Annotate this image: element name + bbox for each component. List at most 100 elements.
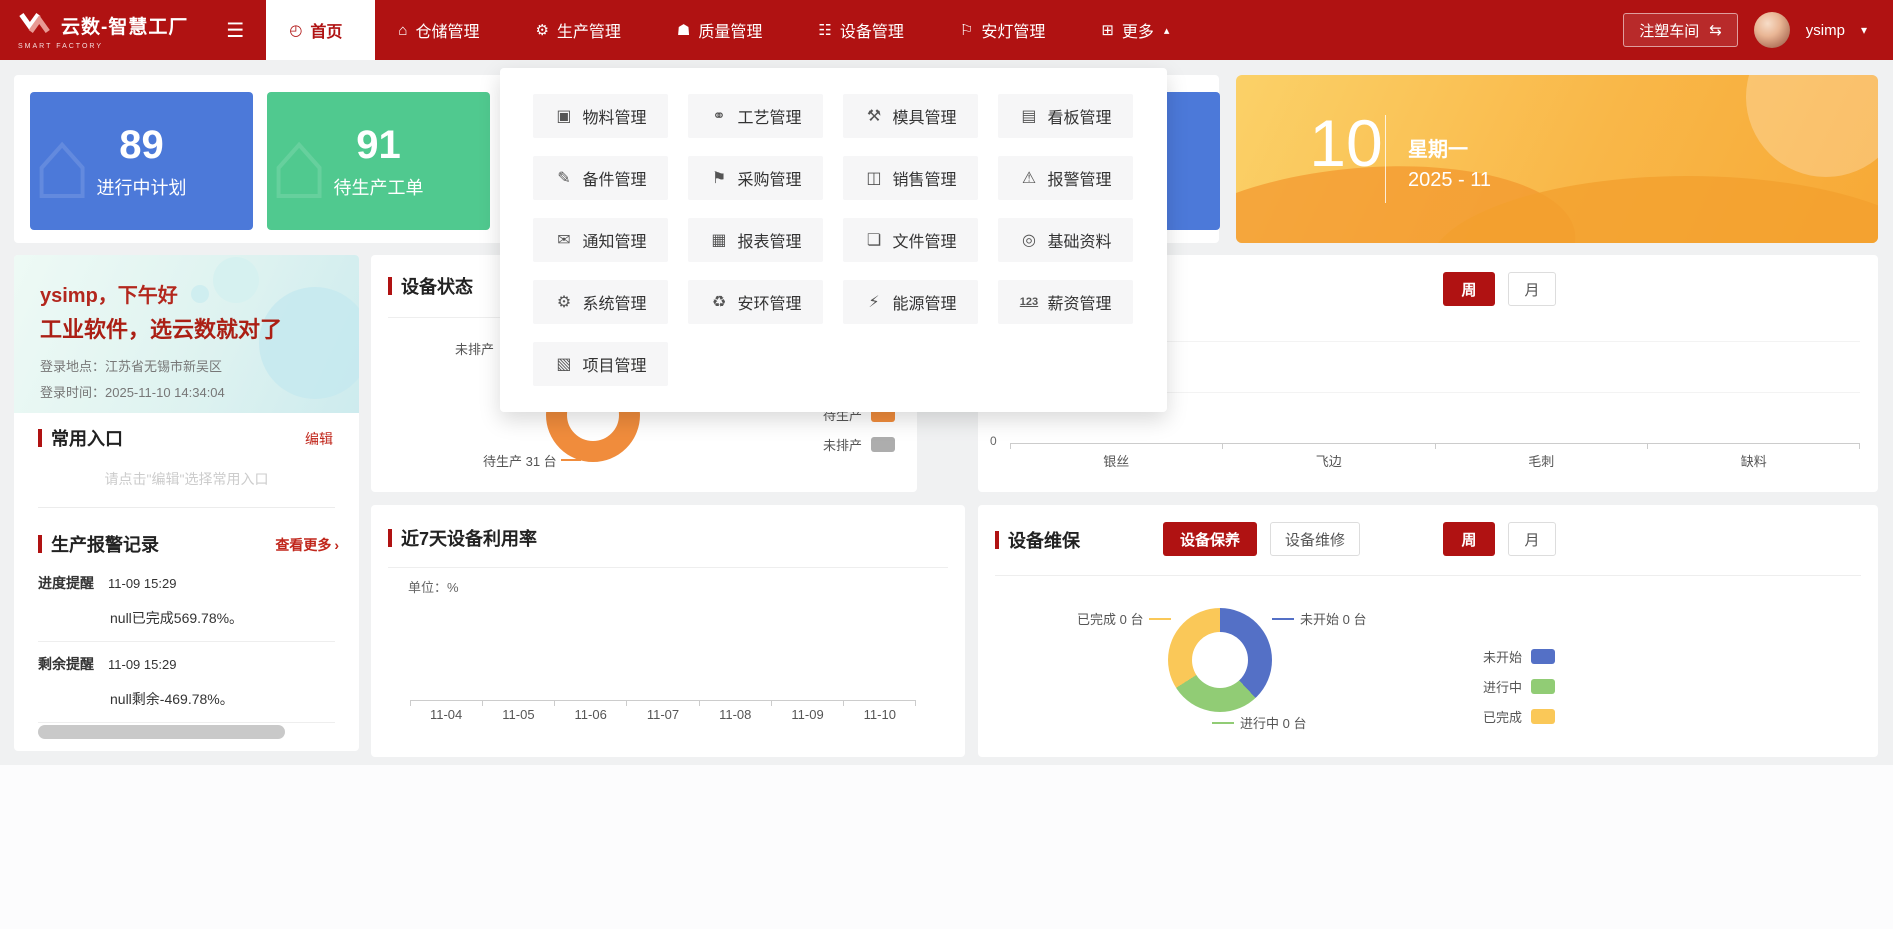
menu-item-label: 系统管理 (582, 290, 646, 314)
nav-item-label: 质量管理 (698, 18, 762, 42)
menu-item[interactable]: ⚙ 系统管理 (533, 280, 668, 324)
greeting-text: ysimp，下午好 (40, 279, 178, 308)
legend-label: 已完成 (1483, 707, 1522, 726)
legend-swatch (1531, 649, 1555, 664)
legend-item[interactable]: 未开始 (1483, 647, 1555, 666)
menu-fold-icon[interactable]: ☰ (226, 18, 244, 43)
stat-card: ⌂ 89 进行中计划 (30, 92, 253, 230)
menu-item-label: 薪资管理 (1047, 290, 1111, 314)
maintenance-title: 设备维保 (995, 527, 1080, 553)
nav-right: 注塑车间 ⇆ ysimp ▾ (1623, 0, 1867, 60)
record-type: 剩余提醒 (38, 654, 94, 674)
horizontal-scrollbar[interactable] (38, 725, 285, 739)
menu-item[interactable]: ⚠ 报警管理 (998, 156, 1133, 200)
repair-tab-button[interactable]: 设备维修 (1270, 522, 1360, 556)
stat-value: 91 (356, 123, 401, 168)
maintain-tab-button[interactable]: 设备保养 (1163, 522, 1257, 556)
user-avatar[interactable] (1754, 12, 1790, 48)
legend-item[interactable]: 未排产 (823, 435, 895, 454)
menu-item[interactable]: ⚒ 模具管理 (843, 94, 978, 138)
menu-item[interactable]: ⚡ 能源管理 (843, 280, 978, 324)
nav-item[interactable]: ⚐ 安灯管理 (937, 0, 1078, 60)
login-time: 登录时间：2025-11-10 14:34:04 (40, 382, 225, 401)
divider (388, 567, 948, 568)
equipment-icon: ☷ (818, 21, 831, 39)
nav-item[interactable]: ☗ 质量管理 (654, 0, 795, 60)
menu-item[interactable]: ✉ 通知管理 (533, 218, 668, 262)
nav-item[interactable]: ◴ 首页 (266, 0, 375, 60)
menu-item-label: 工艺管理 (737, 104, 801, 128)
logo-mark-icon (18, 10, 52, 41)
nav-item[interactable]: ⚙ 生产管理 (512, 0, 653, 60)
date-year-month: 2025 - 11 (1408, 169, 1491, 192)
nav-item[interactable]: ⊞ 更多 ▴ (1078, 0, 1192, 60)
axis-label: 11-08 (699, 707, 771, 722)
view-more-link[interactable]: 查看更多› (275, 535, 339, 555)
deco-circle (213, 257, 259, 303)
menu-item[interactable]: ▦ 报表管理 (688, 218, 823, 262)
alarm-record-list: 进度提醒 11-09 15:29 null已完成569.78%。 剩余提醒 11… (38, 573, 335, 735)
file-icon: ❏ (864, 230, 883, 250)
edit-link[interactable]: 编辑 (305, 429, 333, 449)
project-icon: ▧ (554, 354, 573, 374)
menu-item[interactable]: ◎ 基础资料 (998, 218, 1133, 262)
menu-item[interactable]: ▤ 看板管理 (998, 94, 1133, 138)
menu-item[interactable]: ⚑ 采购管理 (688, 156, 823, 200)
axis-label: 11-07 (627, 707, 699, 722)
callout-line (1149, 618, 1171, 620)
nav-item[interactable]: ⌂ 仓储管理 (375, 0, 512, 60)
nav-item-label: 设备管理 (840, 18, 904, 42)
menu-item[interactable]: ❏ 文件管理 (843, 218, 978, 262)
menu-item[interactable]: ⚭ 工艺管理 (688, 94, 823, 138)
quality-icon: ☗ (677, 21, 690, 39)
menu-item[interactable]: ◫ 销售管理 (843, 156, 978, 200)
quick-entry-placeholder: 请点击"编辑"选择常用入口 (14, 469, 359, 489)
month-toggle-button[interactable]: 月 (1508, 522, 1556, 556)
system-icon: ⚙ (554, 292, 573, 312)
house-icon: ⌂ (269, 114, 329, 214)
nav-item[interactable]: ☷ 设备管理 (795, 0, 936, 60)
axis-label: 飞边 (1223, 451, 1436, 470)
device-status-title: 设备状态 (388, 273, 473, 299)
y-axis-zero-label: 0 (990, 434, 997, 448)
menu-item[interactable]: 123 薪资管理 (998, 280, 1133, 324)
legend-swatch (1531, 709, 1555, 724)
menu-item-label: 销售管理 (892, 166, 956, 190)
week-toggle-button[interactable]: 周 (1443, 272, 1495, 306)
week-toggle-button[interactable]: 周 (1443, 522, 1495, 556)
donut-callout: 已完成 0 台 (1077, 609, 1171, 628)
unscheduled-label: 未排产 (455, 339, 494, 358)
menu-item-label: 模具管理 (892, 104, 956, 128)
arrow-right-icon: › (334, 537, 339, 553)
date-weekday: 星期一 (1408, 133, 1491, 162)
donut-callout: 进行中 0 台 (1212, 713, 1306, 732)
x-axis-ticks (1010, 443, 1860, 449)
nav-item-label: 仓储管理 (415, 18, 479, 42)
menu-item[interactable]: ✎ 备件管理 (533, 156, 668, 200)
month-toggle-button[interactable]: 月 (1508, 272, 1556, 306)
production-icon: ⚙ (535, 21, 548, 39)
menu-item[interactable]: ▣ 物料管理 (533, 94, 668, 138)
deco-circle (1746, 75, 1878, 177)
legend-item[interactable]: 已完成 (1483, 707, 1555, 726)
stat-value: 89 (119, 123, 164, 168)
username[interactable]: ysimp (1806, 22, 1845, 39)
dashboard-icon: ◴ (289, 21, 302, 39)
menu-item-label: 报表管理 (737, 228, 801, 252)
nav-item-label: 更多 (1122, 18, 1154, 42)
slogan-text: 工业软件，选云数就对了 (40, 312, 282, 344)
andon-icon: ⚐ (960, 21, 973, 39)
callout-label: 进行中 0 台 (1240, 713, 1306, 732)
menu-item[interactable]: ♻ 安环管理 (688, 280, 823, 324)
stat-card: ⌂ 91 待生产工单 (267, 92, 490, 230)
login-location: 登录地点：江苏省无锡市新吴区 (40, 356, 222, 375)
date-card: 10 星期一 2025 - 11 (1236, 75, 1878, 243)
workshop-switch-button[interactable]: 注塑车间 ⇆ (1623, 13, 1738, 47)
legend-item[interactable]: 进行中 (1483, 677, 1555, 696)
chevron-down-icon[interactable]: ▾ (1861, 23, 1867, 37)
menu-item-label: 安环管理 (737, 290, 801, 314)
callout-line (585, 447, 587, 460)
menu-item[interactable]: ▧ 项目管理 (533, 342, 668, 386)
unit-label: 单位：% (408, 577, 459, 596)
callout-label: 已完成 0 台 (1077, 609, 1143, 628)
